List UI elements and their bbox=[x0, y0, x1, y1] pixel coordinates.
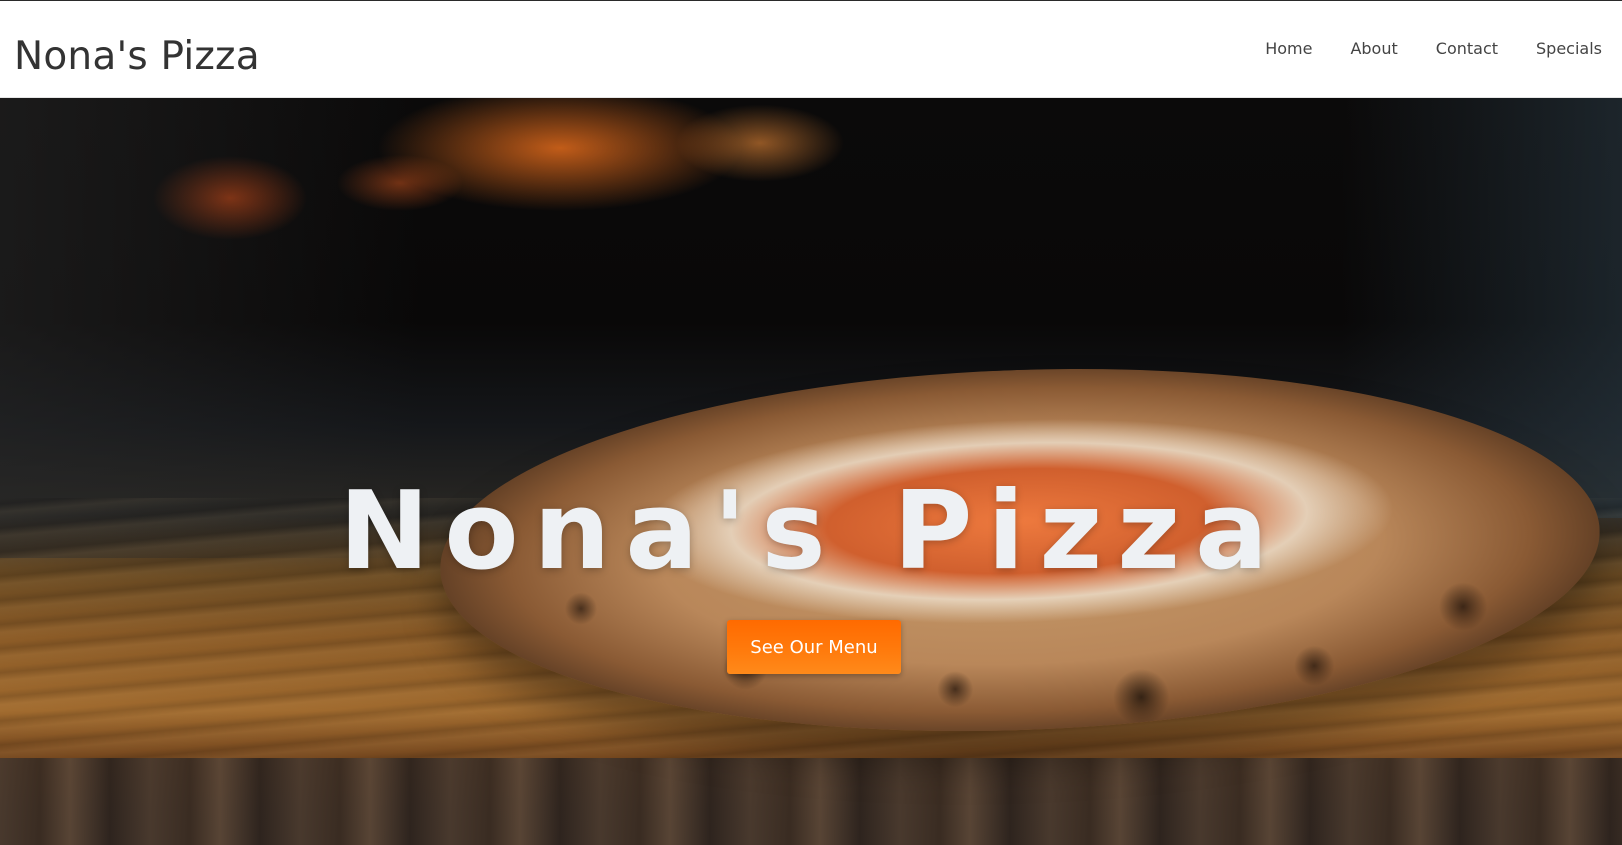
nav-link-specials[interactable]: Specials bbox=[1517, 37, 1602, 61]
hero-section: Nona's Pizza See Our Menu bbox=[0, 98, 1622, 845]
brand-logo-text[interactable]: Nona's Pizza bbox=[14, 35, 260, 79]
site-header: Nona's Pizza Home About Contact Specials bbox=[0, 1, 1622, 98]
nav-link-home[interactable]: Home bbox=[1246, 37, 1331, 61]
nav-link-contact[interactable]: Contact bbox=[1417, 37, 1517, 61]
main-nav: Home About Contact Specials bbox=[1246, 37, 1602, 61]
see-menu-button[interactable]: See Our Menu bbox=[727, 620, 901, 674]
board-bark-edge bbox=[0, 758, 1622, 845]
nav-link-about[interactable]: About bbox=[1331, 37, 1416, 61]
hero-title: Nona's Pizza bbox=[338, 469, 1284, 594]
